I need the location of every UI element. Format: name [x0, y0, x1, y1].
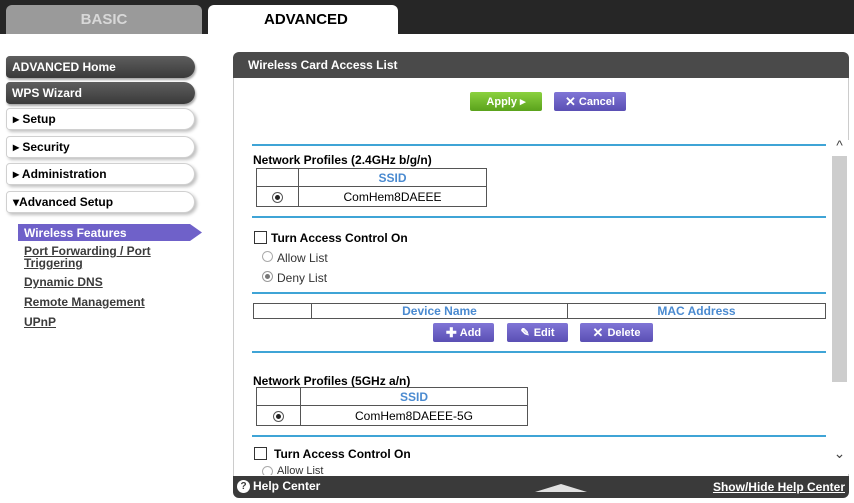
sidebar-item-advanced-setup[interactable]: ▾Advanced Setup [6, 191, 195, 213]
sidebar-item-setup[interactable]: ▸ Setup [6, 108, 195, 130]
help-center-label: Help Center [253, 479, 321, 493]
ssid-value-24: ComHem8DAEEE [298, 186, 487, 207]
sidebar-subitem-upnp[interactable]: UPnP [24, 316, 56, 328]
scrollbar-thumb[interactable] [832, 156, 847, 382]
sidebar-subitem-wireless-features[interactable]: Wireless Features [18, 224, 202, 241]
device-name-header: Device Name [311, 303, 568, 319]
deny-list-label-24: Deny List [277, 271, 328, 285]
access-control-checkbox-5[interactable] [254, 447, 267, 460]
mac-address-header: MAC Address [567, 303, 826, 319]
edit-button[interactable]: ✎ Edit [507, 323, 568, 342]
sidebar-item-security[interactable]: ▸ Security [6, 136, 195, 158]
divider [252, 435, 826, 437]
delete-button[interactable]: ✕ Delete [580, 323, 653, 342]
access-control-checkbox-24[interactable] [254, 231, 267, 244]
access-control-label-24: Turn Access Control On [271, 231, 408, 245]
divider [252, 216, 826, 218]
top-tab-bar: BASIC ADVANCED [0, 0, 854, 34]
scroll-down-icon[interactable]: ⌄ [832, 446, 847, 460]
cancel-label: Cancel [578, 95, 615, 108]
x-icon: ✕ [565, 93, 576, 109]
expand-up-icon[interactable] [535, 484, 587, 492]
divider [252, 292, 826, 294]
port-forwarding-line2: Triggering [24, 256, 83, 270]
cancel-button[interactable]: ✕ Cancel [554, 92, 626, 111]
deny-list-radio-24[interactable] [262, 271, 273, 282]
tab-basic[interactable]: BASIC [6, 5, 202, 34]
ssid-header: SSID [298, 168, 487, 187]
edit-label: Edit [533, 326, 555, 339]
footer-bar: ? Help Center Show/Hide Help Center [233, 476, 849, 498]
sidebar-item-advanced-home[interactable]: ADVANCED Home [6, 56, 195, 78]
allow-list-radio-24[interactable] [262, 251, 273, 262]
allow-list-label-24: Allow List [277, 251, 328, 265]
device-table: Device Name MAC Address [253, 303, 826, 319]
sidebar-item-administration[interactable]: ▸ Administration [6, 163, 195, 185]
allow-list-label-5: Allow List [277, 465, 324, 475]
profile-5-title: Network Profiles (5GHz a/n) [253, 374, 411, 388]
ssid-radio-5[interactable] [273, 410, 284, 422]
ssid-value-5: ComHem8DAEEE-5G [300, 405, 528, 426]
tab-advanced[interactable]: ADVANCED [208, 5, 398, 34]
ssid-header: SSID [300, 387, 528, 406]
sidebar-subitem-port-forwarding[interactable]: Port Forwarding / Port Triggering [24, 245, 151, 269]
ssid-table-24: SSID ComHem8DAEEE [256, 168, 487, 207]
sidebar-subitem-remote-management[interactable]: Remote Management [24, 296, 145, 308]
delete-label: Delete [607, 326, 641, 339]
divider [252, 144, 826, 146]
divider [252, 351, 826, 353]
add-button[interactable]: ✚ Add [433, 323, 494, 342]
pencil-icon: ✎ [520, 327, 530, 339]
plus-icon: ✚ [445, 324, 457, 340]
sidebar-item-wps-wizard[interactable]: WPS Wizard [6, 82, 195, 104]
ssid-radio-24[interactable] [272, 191, 283, 203]
apply-button[interactable]: Apply ▸ [470, 92, 542, 111]
scroll-up-icon[interactable]: ^ [832, 138, 847, 152]
add-label: Add [459, 326, 482, 339]
allow-list-row-5: Allow List [250, 463, 450, 475]
ssid-table-5: SSID ComHem8DAEEE-5G [256, 387, 528, 426]
access-control-label-5: Turn Access Control On [274, 447, 411, 461]
help-center-link[interactable]: ? Help Center [237, 479, 320, 493]
sidebar-subitem-dynamic-dns[interactable]: Dynamic DNS [24, 276, 103, 288]
x-icon: ✕ [592, 324, 604, 340]
show-hide-help-link[interactable]: Show/Hide Help Center [713, 480, 845, 494]
allow-list-radio-5[interactable] [262, 466, 273, 475]
question-icon: ? [237, 479, 250, 493]
panel-title: Wireless Card Access List [233, 52, 849, 78]
profile-24-title: Network Profiles (2.4GHz b/g/n) [253, 153, 432, 167]
